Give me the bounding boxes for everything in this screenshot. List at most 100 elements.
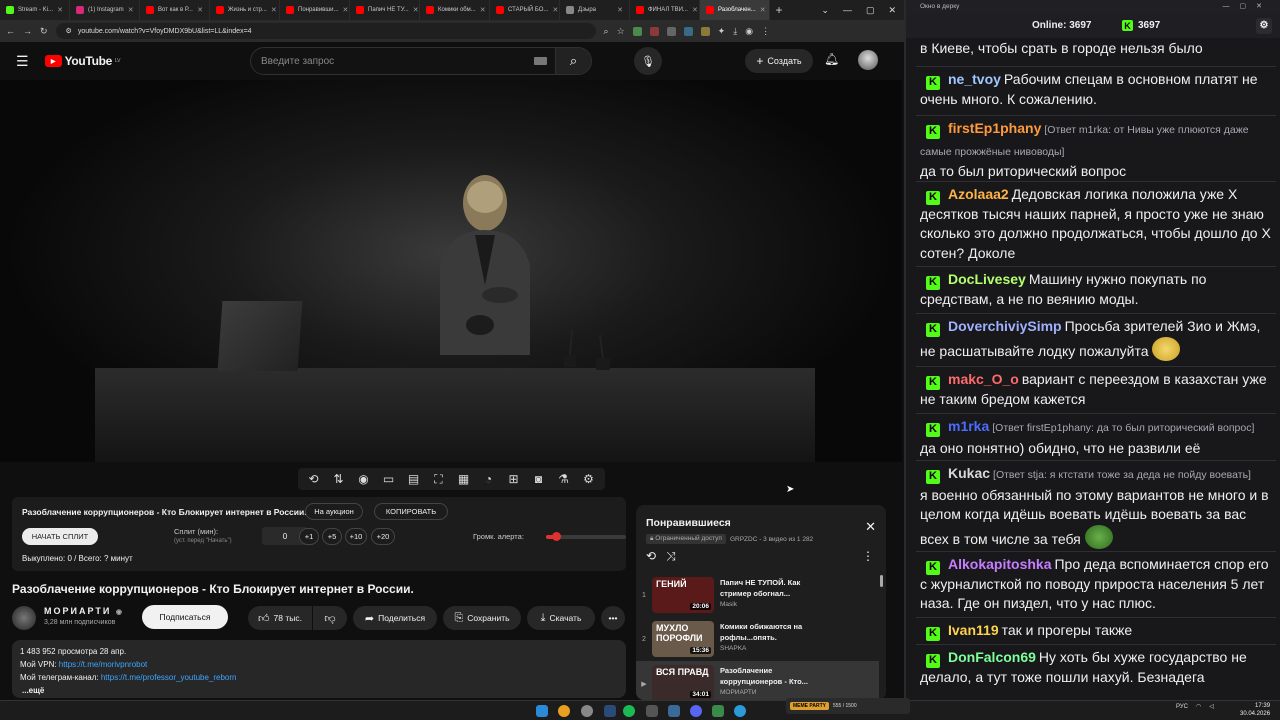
app-icon[interactable] — [668, 705, 680, 717]
forward-icon[interactable]: → — [23, 26, 32, 36]
app-icon[interactable] — [712, 705, 724, 717]
spotify-icon[interactable] — [623, 705, 635, 717]
chat-username[interactable]: DoverchiviySimp — [948, 318, 1062, 334]
slider-knob[interactable] — [551, 532, 561, 541]
browser-tab[interactable]: Понравивши... ✕ — [280, 0, 350, 20]
extension-icon[interactable] — [700, 26, 710, 36]
microphone-icon[interactable]: 🎙︎ — [634, 47, 662, 75]
tab-close-icon[interactable]: ✕ — [271, 6, 277, 14]
settings-gear-icon[interactable]: ⚙ — [579, 470, 599, 488]
chat-window-controls[interactable]: —▢✕ — [1223, 0, 1272, 14]
download-button[interactable]: ⤓ Скачать — [527, 606, 595, 630]
tab-close-icon[interactable]: ✕ — [197, 6, 203, 14]
tab-close-icon[interactable]: ✕ — [617, 6, 623, 14]
chat-username[interactable]: ne_tvoy — [948, 71, 1001, 87]
app-icon[interactable] — [646, 705, 658, 717]
minimize-icon[interactable]: — — [843, 5, 852, 16]
search-box[interactable]: Введите запрос ⌕ — [250, 47, 592, 75]
browser-tab[interactable]: Вот как в Р... ✕ — [140, 0, 210, 20]
browser-tab[interactable]: ФИНАЛ ТВИ... ✕ — [630, 0, 700, 20]
film-icon[interactable]: ▤ — [404, 470, 424, 488]
chat-settings-gear-icon[interactable]: ⚙ — [1256, 18, 1272, 34]
extension-icon[interactable] — [632, 26, 642, 36]
browser-tab[interactable]: Комики обм... ✕ — [420, 0, 490, 20]
browser-tab[interactable]: Папич НЕ ТУ... ✕ — [350, 0, 420, 20]
browser-tab[interactable]: Разоблачен... ✕ — [700, 0, 770, 20]
clock[interactable]: 17:39 30.04.2026 — [1240, 702, 1270, 718]
repeat-icon[interactable]: ⟲ — [646, 549, 656, 564]
increment-20-button[interactable]: +20 — [371, 528, 395, 545]
steam-icon[interactable] — [604, 705, 616, 717]
dislike-button[interactable]: 👎︎ — [313, 606, 347, 630]
volume-icon[interactable]: ◁ — [1209, 703, 1214, 710]
channel-name[interactable]: МОРИАРТИ ◉ — [44, 606, 122, 616]
menu-icon[interactable]: ⋮ — [761, 26, 770, 37]
alert-volume-slider[interactable] — [546, 532, 626, 541]
flask-icon[interactable]: ⚗ — [554, 470, 574, 488]
hamburger-menu-icon[interactable]: ☰ — [16, 53, 29, 70]
chat-username[interactable]: DonFalcon69 — [948, 649, 1036, 665]
chat-username[interactable]: m1rka — [948, 418, 989, 434]
back-icon[interactable]: ← — [6, 26, 15, 36]
tab-close-icon[interactable]: ✕ — [552, 6, 558, 14]
frames-icon[interactable]: ▦ — [454, 470, 474, 488]
maximize-icon[interactable]: ▢ — [866, 5, 875, 16]
playlist-thumbnail[interactable]: МУХЛО ПОРОФЛИ 15:36 — [652, 621, 714, 657]
playlist-scrollbar[interactable] — [880, 575, 883, 587]
save-button[interactable]: ⎘ Сохранить — [443, 606, 521, 630]
chat-username[interactable]: Azolaaa2 — [948, 186, 1009, 202]
show-more-button[interactable]: ...ещё — [20, 684, 618, 697]
new-tab-button[interactable]: + — [770, 3, 788, 17]
playlist-more-icon[interactable]: ⋮ — [862, 549, 874, 563]
search-taskbar-icon[interactable] — [581, 705, 593, 717]
extension-icon[interactable] — [649, 26, 659, 36]
speed-icon[interactable]: ◔ — [479, 470, 499, 488]
start-split-button[interactable]: НАЧАТЬ СПЛИТ — [22, 528, 98, 545]
share-button[interactable]: ➦ Поделиться — [353, 606, 437, 630]
vpn-link[interactable]: https://t.me/morivpnrobot — [59, 660, 147, 669]
chat-username[interactable]: makc_O_o — [948, 371, 1019, 387]
url-field[interactable]: ⚙ youtube.com/watch?v=VfoyDMDX9bU&list=L… — [55, 23, 596, 39]
extension-icon[interactable] — [683, 26, 693, 36]
tab-search-icon[interactable]: ⌄ — [821, 5, 829, 16]
search-input[interactable]: Введите запрос — [261, 56, 334, 67]
auction-button[interactable]: На аукцион — [305, 503, 363, 520]
notifications-bell-icon[interactable]: 🔔︎ — [824, 52, 839, 66]
more-actions-button[interactable]: ••• — [601, 606, 625, 630]
youtube-logo[interactable]: ▶ YouTube LV — [44, 54, 120, 68]
fullscreen-icon[interactable]: ⊞ — [504, 470, 524, 488]
tab-close-icon[interactable]: ✕ — [692, 6, 698, 14]
tab-close-icon[interactable]: ✕ — [128, 6, 134, 14]
chat-username[interactable]: firstEp1phany — [948, 120, 1041, 136]
tab-close-icon[interactable]: ✕ — [480, 6, 486, 14]
playlist-close-icon[interactable]: ✕ — [865, 519, 876, 535]
copy-button[interactable]: КОПИРОВАТЬ — [374, 503, 448, 520]
keyboard-icon[interactable] — [534, 57, 547, 65]
tab-close-icon[interactable]: ✕ — [57, 6, 63, 14]
like-button[interactable]: 👍︎ 78 тыс. — [248, 606, 312, 630]
shuffle-icon[interactable]: ⤨ — [666, 549, 676, 564]
telegram-link[interactable]: https://t.me/professor_youtube_reborn — [101, 673, 237, 682]
cinema-icon[interactable]: ▭ — [379, 470, 399, 488]
puzzle-icon[interactable]: ✦ — [718, 26, 726, 37]
discord-icon[interactable] — [690, 705, 702, 717]
browser-tab[interactable]: Дзыра ✕ — [560, 0, 630, 20]
language-indicator[interactable]: РУС — [1176, 704, 1188, 710]
search-button[interactable]: ⌕ — [555, 48, 591, 74]
increment-5-button[interactable]: +5 — [322, 528, 342, 545]
playlist-item[interactable]: 2 МУХЛО ПОРОФЛИ 15:36 Комики обижаются на р… — [636, 617, 879, 661]
profile-icon[interactable]: ◉ — [745, 26, 753, 37]
chat-username[interactable]: DocLivesey — [948, 271, 1026, 287]
telegram-icon[interactable] — [734, 705, 746, 717]
chrome-icon[interactable] — [558, 705, 570, 717]
create-button[interactable]: + Создать — [745, 49, 813, 73]
reload-icon[interactable]: ↻ — [40, 26, 48, 37]
chat-username[interactable]: Ivan119 — [948, 622, 999, 638]
sort-icon[interactable]: ⇅ — [329, 470, 349, 488]
expand-icon[interactable]: ⛶ — [429, 470, 449, 488]
playlist-thumbnail[interactable]: ВСЯ ПРАВД 34:01 — [652, 665, 714, 700]
browser-tab[interactable]: (1) Instagram ✕ — [70, 0, 140, 20]
close-icon[interactable]: ✕ — [888, 5, 896, 16]
wifi-icon[interactable]: ◠ — [1196, 703, 1201, 710]
download-icon[interactable]: ⤓ — [733, 26, 737, 37]
